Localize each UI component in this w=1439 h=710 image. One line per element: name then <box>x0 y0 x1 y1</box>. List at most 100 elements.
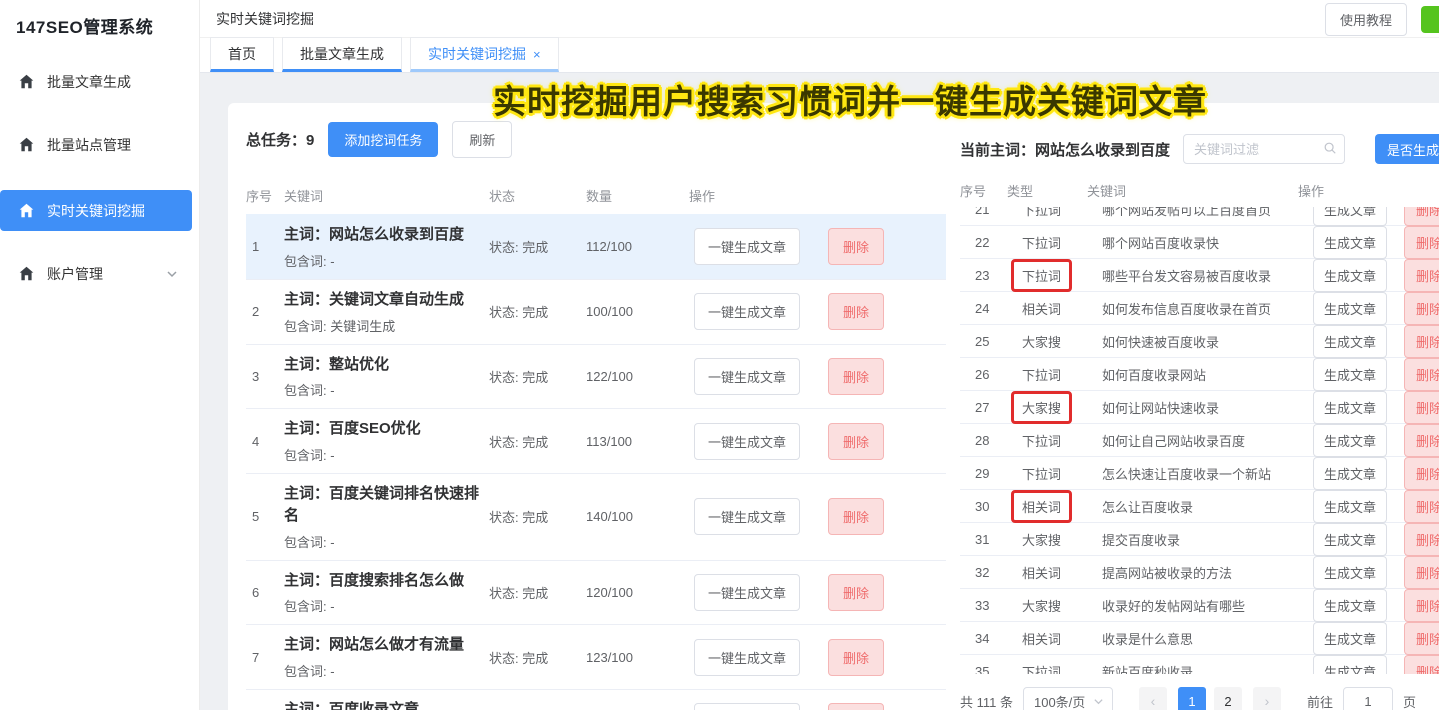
generate-article-button[interactable]: 生成文章 <box>1313 259 1387 292</box>
delete-button[interactable]: 删除 <box>828 358 884 395</box>
add-task-button[interactable]: 添加挖词任务 <box>328 122 438 157</box>
goto-page-input[interactable] <box>1343 687 1393 710</box>
row-count: 120/100 <box>586 585 689 600</box>
main-word: 主词：关键词文章自动生成 <box>284 289 489 311</box>
green-action-button[interactable] <box>1421 6 1439 33</box>
delete-button[interactable]: 删除 <box>1404 292 1439 325</box>
delete-button[interactable]: 删除 <box>1404 226 1439 259</box>
delete-button[interactable]: 删除 <box>1404 391 1439 424</box>
row-type: 下拉词 <box>1022 464 1102 483</box>
generate-article-button[interactable]: 一键生成文章 <box>694 423 800 460</box>
generate-article-button[interactable]: 一键生成文章 <box>694 228 800 265</box>
type-annotation: 大家搜 <box>1022 596 1061 615</box>
tab-home[interactable]: 首页 <box>210 37 274 72</box>
delete-button[interactable]: 删除 <box>1404 358 1439 391</box>
next-page-button[interactable]: › <box>1253 687 1281 710</box>
generate-article-button[interactable]: 生成文章 <box>1313 655 1387 674</box>
delete-button[interactable]: 删除 <box>1404 622 1439 655</box>
delete-button[interactable]: 删除 <box>1404 457 1439 490</box>
generate-article-button[interactable]: 生成文章 <box>1313 226 1387 259</box>
tab-batch-article[interactable]: 批量文章生成 <box>282 37 402 72</box>
generate-article-button[interactable]: 一键生成文章 <box>694 498 800 535</box>
page-number-button[interactable]: 2 <box>1214 687 1242 710</box>
delete-button[interactable]: 删除 <box>828 498 884 535</box>
sidebar-item-label: 实时关键词挖掘 <box>47 201 145 221</box>
home-icon <box>18 202 35 219</box>
delete-button[interactable]: 删除 <box>828 293 884 330</box>
row-keyword-cell: 主词：百度搜索排名怎么做 包含词: - <box>284 570 489 616</box>
delete-button[interactable]: 删除 <box>1404 259 1439 292</box>
row-keyword: 新站百度秒收录 <box>1102 662 1313 674</box>
tab-label: 批量文章生成 <box>300 44 384 64</box>
delete-button[interactable]: 删除 <box>828 574 884 611</box>
row-keyword: 收录好的发帖网站有哪些 <box>1102 596 1313 615</box>
keyword-filter-input[interactable] <box>1183 134 1345 164</box>
row-type: 相关词 <box>1022 563 1102 582</box>
generate-article-button[interactable]: 生成文章 <box>1313 391 1387 424</box>
delete-button[interactable]: 删除 <box>1404 325 1439 358</box>
row-index: 34 <box>975 631 1022 646</box>
delete-button[interactable]: 删除 <box>828 228 884 265</box>
page-number-button[interactable]: 1 <box>1178 687 1206 710</box>
generate-article-button[interactable]: 生成文章 <box>1313 556 1387 589</box>
row-index: 32 <box>975 565 1022 580</box>
generate-article-button[interactable]: 一键生成文章 <box>694 358 800 395</box>
generate-article-button[interactable]: 一键生成文章 <box>694 293 800 330</box>
delete-button[interactable]: 删除 <box>1404 556 1439 589</box>
delete-button[interactable]: 删除 <box>828 423 884 460</box>
total-tasks-label: 总任务：9 <box>246 129 314 150</box>
refresh-button[interactable]: 刷新 <box>452 121 512 158</box>
generate-article-button[interactable]: 生成文章 <box>1313 622 1387 655</box>
close-icon[interactable]: × <box>533 48 541 61</box>
generate-article-button[interactable]: 生成文章 <box>1313 325 1387 358</box>
row-keyword-cell: 主词：百度收录文章 包含词: 收录 <box>284 699 489 710</box>
generate-article-button[interactable]: 生成文章 <box>1313 490 1387 523</box>
row-actions: 生成文章 删除 <box>1313 358 1439 391</box>
generate-article-button[interactable]: 生成文章 <box>1313 424 1387 457</box>
sidebar-item-batch-site[interactable]: 批量站点管理 <box>0 124 192 165</box>
generate-toggle-button[interactable]: 是否生成主 <box>1375 134 1439 164</box>
type-annotation: 相关词 <box>1022 629 1061 648</box>
generate-article-button[interactable]: 一键生成文章 <box>694 703 800 710</box>
keyword-filter <box>1183 134 1345 164</box>
table-row: 32 相关词 提高网站被收录的方法 生成文章 删除 <box>960 556 1439 589</box>
generate-article-button[interactable]: 一键生成文章 <box>694 574 800 611</box>
generate-article-button[interactable]: 生成文章 <box>1313 358 1387 391</box>
delete-button[interactable]: 删除 <box>1404 490 1439 523</box>
delete-button[interactable]: 删除 <box>1404 589 1439 622</box>
main-word: 主词：网站怎么做才有流量 <box>284 634 489 656</box>
row-type: 下拉词 <box>1022 207 1102 219</box>
col-index: 序号 <box>960 181 1007 200</box>
generate-article-button[interactable]: 生成文章 <box>1313 523 1387 556</box>
delete-button[interactable]: 删除 <box>1404 424 1439 457</box>
tab-keyword-mining[interactable]: 实时关键词挖掘 × <box>410 37 559 72</box>
table-row: 29 下拉词 怎么快速让百度收录一个新站 生成文章 删除 <box>960 457 1439 490</box>
row-index: 1 <box>246 239 284 254</box>
generate-article-button[interactable]: 生成文章 <box>1313 589 1387 622</box>
delete-button[interactable]: 删除 <box>828 639 884 676</box>
delete-button[interactable]: 删除 <box>1404 207 1439 226</box>
row-actions: 生成文章 删除 <box>1313 292 1439 325</box>
row-type: 相关词 <box>1022 299 1102 318</box>
sidebar-item-keyword-mining[interactable]: 实时关键词挖掘 <box>0 190 192 231</box>
tutorial-button[interactable]: 使用教程 <box>1325 3 1407 36</box>
table-row: 5 主词：百度关键词排名快速排名 包含词: - 状态: 完成 140/100 一… <box>246 473 946 560</box>
sidebar-item-batch-article[interactable]: 批量文章生成 <box>0 61 192 102</box>
row-keyword-cell: 主词：百度关键词排名快速排名 包含词: - <box>284 483 489 551</box>
row-actions: 生成文章 删除 <box>1313 325 1439 358</box>
total-count-text: 共 111 条 <box>960 692 1013 710</box>
delete-button[interactable]: 删除 <box>1404 655 1439 674</box>
row-index: 5 <box>246 509 284 524</box>
page-size-select[interactable]: 100条/页 <box>1023 687 1113 710</box>
delete-button[interactable]: 删除 <box>828 703 884 710</box>
row-keyword: 如何百度收录网站 <box>1102 365 1313 384</box>
sidebar-item-account[interactable]: 账户管理 <box>0 253 192 294</box>
generate-article-button[interactable]: 一键生成文章 <box>694 639 800 676</box>
delete-button[interactable]: 删除 <box>1404 523 1439 556</box>
row-actions: 生成文章 删除 <box>1313 226 1439 259</box>
generate-article-button[interactable]: 生成文章 <box>1313 207 1387 226</box>
generate-article-button[interactable]: 生成文章 <box>1313 457 1387 490</box>
type-annotation: 下拉词 <box>1022 233 1061 252</box>
prev-page-button[interactable]: ‹ <box>1139 687 1167 710</box>
generate-article-button[interactable]: 生成文章 <box>1313 292 1387 325</box>
